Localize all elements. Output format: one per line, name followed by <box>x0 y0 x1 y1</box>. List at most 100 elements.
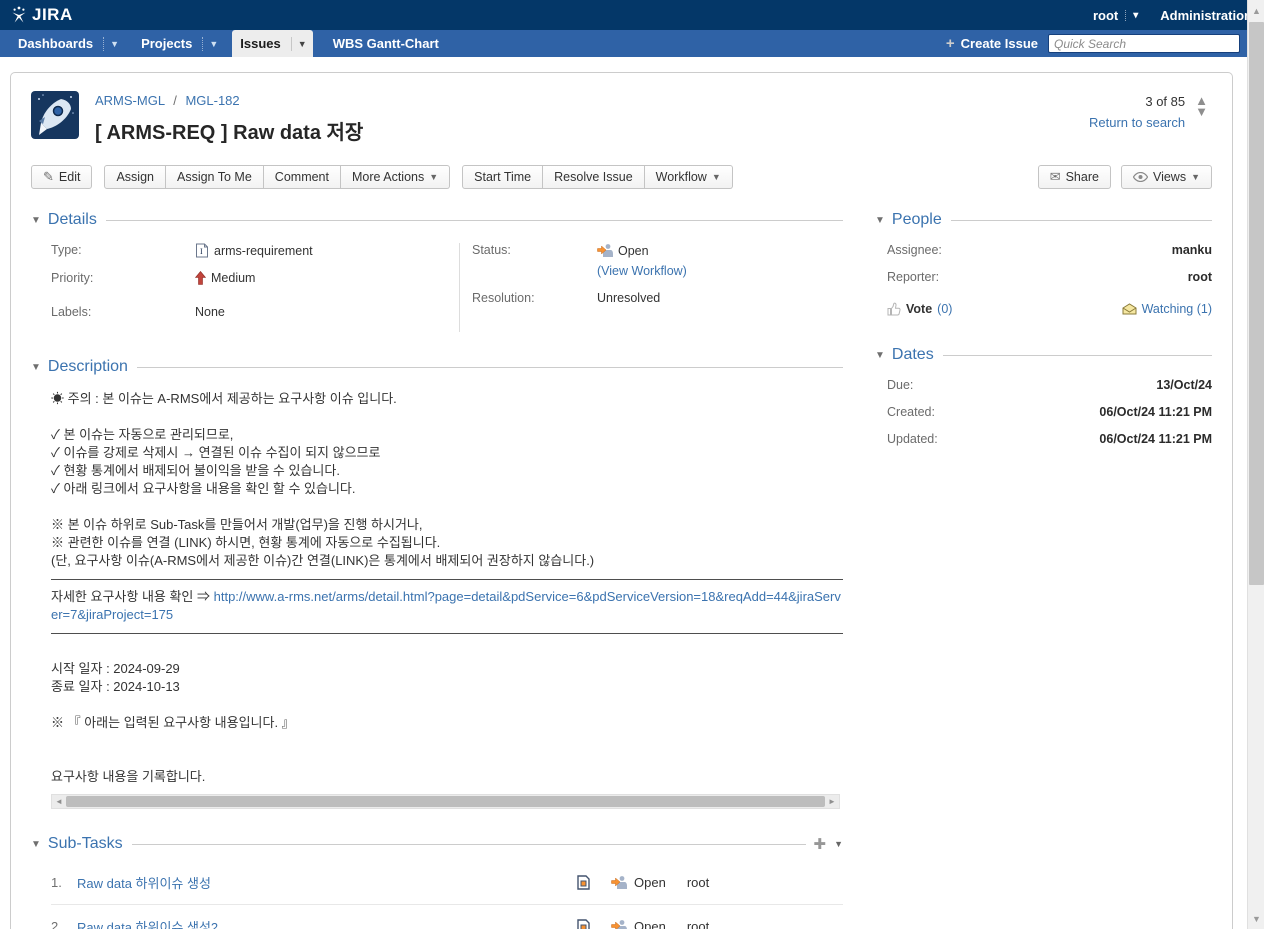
details-module: ▼ Details Type: I arms-requirement <box>31 211 843 332</box>
create-issue-button[interactable]: + Create Issue <box>946 36 1038 51</box>
administration-link[interactable]: Administration <box>1160 8 1252 23</box>
scroll-right-icon[interactable]: ► <box>825 795 839 808</box>
comment-button[interactable]: Comment <box>264 165 341 189</box>
chevron-down-icon[interactable]: ▼ <box>202 37 224 51</box>
views-button[interactable]: Views ▼ <box>1121 165 1212 189</box>
subtask-title-link[interactable]: Raw data 하위이슈 생성2 <box>77 917 577 929</box>
vertical-scrollbar[interactable]: ▲ ▼ <box>1247 0 1264 929</box>
issue-type-icon: I <box>195 243 209 258</box>
collapse-icon[interactable]: ▼ <box>875 215 885 226</box>
nav-issues-link[interactable]: Issues <box>232 36 288 51</box>
description-line <box>51 732 843 750</box>
view-workflow-link[interactable]: (View Workflow) <box>597 264 687 278</box>
collapse-icon[interactable]: ▼ <box>31 839 41 850</box>
status-open-icon <box>611 875 627 890</box>
scroll-left-icon[interactable]: ◄ <box>52 795 66 808</box>
assign-to-me-button[interactable]: Assign To Me <box>166 165 264 189</box>
scrollbar-thumb[interactable] <box>1249 22 1264 585</box>
subtask-number: 1. <box>51 875 77 890</box>
plus-icon: + <box>946 36 955 51</box>
subtasks-module: ▼ Sub-Tasks ✚ ▼ 1.Raw data 하위이슈 생성 Open ro… <box>31 835 843 929</box>
details-heading: Details <box>48 211 97 229</box>
nav-dashboards-link[interactable]: Dashboards <box>10 36 101 51</box>
reporter-value: root <box>999 270 1212 284</box>
user-menu[interactable]: root ▾ <box>1093 8 1138 23</box>
collapse-icon[interactable]: ▼ <box>31 215 41 226</box>
eye-icon <box>1133 172 1148 182</box>
resolution-label: Resolution: <box>472 291 597 305</box>
add-subtask-icon[interactable]: ✚ <box>814 835 827 853</box>
requirement-detail-link[interactable]: http://www.a-rms.net/arms/detail.html?pa… <box>51 589 841 622</box>
subtask-type-icon <box>577 919 590 929</box>
subtasks-heading: Sub-Tasks <box>48 835 123 853</box>
scroll-down-icon[interactable]: ▼ <box>1248 910 1264 927</box>
nav-right: + Create Issue <box>946 30 1264 57</box>
updated-value: 06/Oct/24 11:21 PM <box>999 432 1212 446</box>
description-line <box>51 408 843 426</box>
description-horizontal-scrollbar[interactable]: ◄ ► <box>51 794 840 809</box>
breadcrumb: ARMS-MGL / MGL-182 <box>95 93 363 108</box>
people-module: ▼ People Assignee: manku Reporter: root <box>875 211 1212 316</box>
pager-count: 3 of 85 <box>1089 91 1185 112</box>
nav-projects-link[interactable]: Projects <box>133 36 200 51</box>
breadcrumb-issue-link[interactable]: MGL-182 <box>185 93 239 108</box>
subtask-title-link[interactable]: Raw data 하위이슈 생성 <box>77 873 577 892</box>
subtask-status: Open <box>634 875 666 890</box>
breadcrumb-separator: / <box>173 93 177 108</box>
app-header-bar: JIRA root ▾ Administration <box>0 0 1264 30</box>
jira-logo-text: JIRA <box>32 5 73 25</box>
jira-logo[interactable]: JIRA <box>10 5 73 25</box>
next-issue-icon[interactable]: ▼ <box>1195 106 1208 117</box>
subtask-assignee: root <box>687 875 709 890</box>
dates-heading: Dates <box>892 346 934 364</box>
nav-issues: Issues ▼ <box>232 30 312 57</box>
description-line: ※ 본 이슈 하위로 Sub-Task를 만들어서 개발(업무)을 진행 하시거… <box>51 516 843 534</box>
description-line <box>51 696 843 714</box>
nav-dashboards: Dashboards ▼ <box>10 30 125 57</box>
return-to-search-link[interactable]: Return to search <box>1089 115 1185 130</box>
quick-search-input[interactable] <box>1048 34 1240 53</box>
due-label: Due: <box>887 378 999 392</box>
dash-separator: ————————————————————————————————————————… <box>51 624 843 642</box>
chevron-down-icon[interactable]: ▼ <box>291 37 313 51</box>
issue-toolbar: ✎ Edit Assign Assign To Me Comment More … <box>31 165 1212 189</box>
collapse-icon[interactable]: ▼ <box>875 350 885 361</box>
issue-panel: ARMS-MGL / MGL-182 [ ARMS-REQ ] Raw data… <box>10 72 1233 929</box>
start-time-button[interactable]: Start Time <box>462 165 543 189</box>
chevron-down-icon: ▾ <box>1125 10 1138 21</box>
create-issue-label: Create Issue <box>961 36 1038 51</box>
vote-link[interactable]: Vote (0) <box>887 302 952 316</box>
scrollbar-thumb[interactable] <box>66 796 825 807</box>
main-navigation: Dashboards ▼ Projects ▼ Issues ▼ WBS Gan… <box>0 30 1264 57</box>
priority-label: Priority: <box>51 271 195 285</box>
edit-button[interactable]: ✎ Edit <box>31 165 92 189</box>
description-line: 종료 일자 : 2024-10-13 <box>51 678 843 696</box>
collapse-icon[interactable]: ▼ <box>31 362 41 373</box>
resolve-issue-button[interactable]: Resolve Issue <box>543 165 645 189</box>
description-line <box>51 750 843 768</box>
watching-link[interactable]: Watching (1) <box>1122 302 1212 316</box>
labels-value: None <box>195 305 225 319</box>
breadcrumb-project-link[interactable]: ARMS-MGL <box>95 93 165 108</box>
nav-wbs-gantt-link[interactable]: WBS Gantt-Chart <box>325 36 447 51</box>
more-actions-button[interactable]: More Actions ▼ <box>341 165 450 189</box>
type-label: Type: <box>51 243 195 257</box>
assign-button[interactable]: Assign <box>104 165 166 189</box>
status-label: Status: <box>472 243 597 257</box>
status-open-icon <box>611 919 627 929</box>
workflow-button[interactable]: Workflow ▼ <box>645 165 733 189</box>
scroll-up-icon[interactable]: ▲ <box>1248 2 1264 19</box>
vote-count[interactable]: (0) <box>937 302 952 316</box>
subtask-row: 1.Raw data 하위이슈 생성 Open root <box>51 861 843 905</box>
people-heading: People <box>892 211 942 229</box>
issue-header-text: ARMS-MGL / MGL-182 [ ARMS-REQ ] Raw data… <box>95 91 363 145</box>
description-text: ☀ 주의 : 본 이슈는 A-RMS에서 제공하는 요구사항 이슈 입니다. ✓… <box>31 376 843 786</box>
description-line: 시작 일자 : 2024-09-29 <box>51 660 843 678</box>
description-line: ※ 『 아래는 입력된 요구사항 내용입니다. 』 <box>51 714 843 732</box>
chevron-down-icon[interactable]: ▼ <box>103 37 125 51</box>
share-button[interactable]: ✉ Share <box>1038 165 1111 189</box>
issue-header: ARMS-MGL / MGL-182 [ ARMS-REQ ] Raw data… <box>31 91 1212 145</box>
project-avatar[interactable] <box>31 91 79 139</box>
assignee-label: Assignee: <box>887 243 999 257</box>
chevron-down-icon[interactable]: ▼ <box>834 839 843 849</box>
